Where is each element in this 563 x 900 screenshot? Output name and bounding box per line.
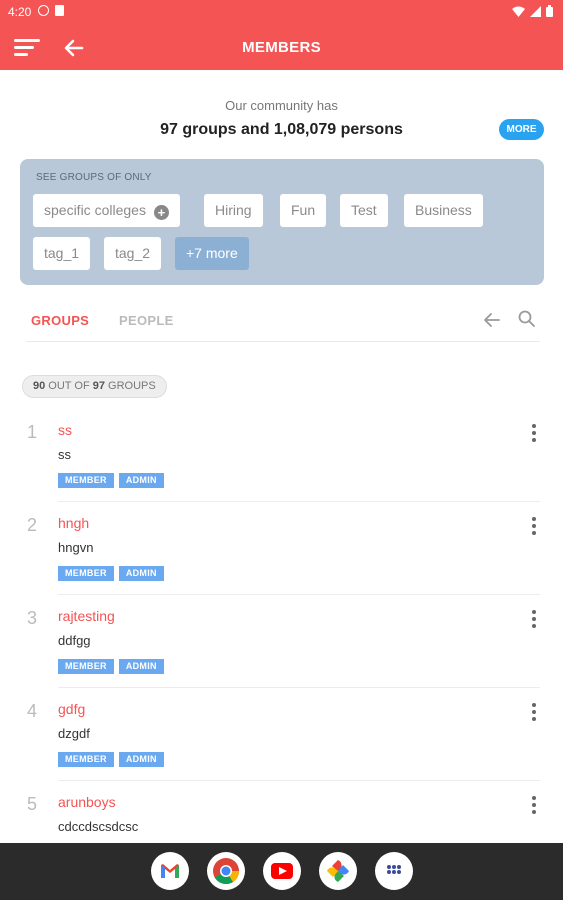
member-badge: MEMBER [58, 659, 114, 674]
member-badge: MEMBER [58, 473, 114, 488]
filter-chip-hiring[interactable]: Hiring [204, 194, 263, 227]
signal-icon [530, 5, 541, 17]
battery-icon [546, 5, 553, 17]
plus-circle-icon[interactable]: + [153, 205, 169, 220]
filter-chip-fun[interactable]: Fun [280, 194, 327, 227]
list-item[interactable]: 2 hngh hngvn MEMBER ADMIN [0, 501, 563, 595]
more-vert-icon[interactable] [528, 424, 540, 444]
admin-badge: ADMIN [118, 659, 164, 674]
page-title: MEMBERS [242, 39, 321, 56]
list-item[interactable]: 3 rajtesting ddfgg MEMBER ADMIN [0, 594, 563, 688]
filter-chip-business[interactable]: Business [404, 194, 483, 227]
list-item[interactable]: 1 ss ss MEMBER ADMIN [0, 408, 563, 502]
row-index: 5 [27, 794, 38, 814]
more-tags-chip[interactable]: +7 more [175, 237, 249, 270]
filter-chip-specific-colleges[interactable]: specific colleges + [33, 194, 180, 227]
tab-groups[interactable]: GROUPS [31, 313, 89, 328]
photos-icon[interactable] [319, 852, 357, 890]
tab-people[interactable]: PEOPLE [119, 313, 174, 328]
wifi-icon [512, 6, 525, 17]
admin-badge: ADMIN [118, 473, 164, 488]
status-time: 4:20 [8, 5, 32, 19]
app-dock [0, 843, 563, 900]
group-description: ss [58, 447, 71, 462]
status-bar: 4:20 [0, 0, 563, 24]
member-badge: MEMBER [58, 752, 114, 767]
group-name-link[interactable]: rajtesting [58, 608, 115, 624]
more-vert-icon[interactable] [528, 517, 540, 537]
row-index: 4 [27, 701, 38, 721]
sim-icon [55, 5, 64, 16]
member-badge: MEMBER [58, 566, 114, 581]
row-index: 1 [27, 422, 38, 442]
app-drawer-icon[interactable] [375, 852, 413, 890]
community-intro: Our community has [225, 98, 338, 113]
community-stats: 97 groups and 1,08,079 persons [160, 121, 403, 138]
filter-chip-test[interactable]: Test [340, 194, 388, 227]
settings-status-icon [38, 5, 49, 16]
filter-heading: SEE GROUPS OF ONLY [36, 172, 152, 183]
list-item[interactable]: 4 gdfg dzgdf MEMBER ADMIN [0, 687, 563, 781]
row-index: 3 [27, 608, 38, 628]
app-bar: MEMBERS [0, 24, 563, 70]
group-description: dzgdf [58, 726, 90, 741]
more-button[interactable]: MORE [499, 119, 544, 140]
more-vert-icon[interactable] [528, 703, 540, 723]
back-arrow-icon[interactable] [482, 310, 502, 330]
more-vert-icon[interactable] [528, 796, 540, 816]
group-list: 1 ss ss MEMBER ADMIN 2 hngh hngvn MEMBER… [0, 408, 563, 873]
admin-badge: ADMIN [118, 752, 164, 767]
group-name-link[interactable]: arunboys [58, 794, 116, 810]
search-icon[interactable] [517, 309, 537, 329]
filter-chip-tag-1[interactable]: tag_1 [33, 237, 91, 270]
group-filter-panel: SEE GROUPS OF ONLY specific colleges + Hi… [20, 159, 544, 285]
group-name-link[interactable]: ss [58, 422, 72, 438]
group-count-badge: 90 OUT OF 97 GROUPS [22, 375, 167, 398]
filter-chip-tag-2[interactable]: tag_2 [104, 237, 162, 270]
group-name-link[interactable]: gdfg [58, 701, 85, 717]
more-vert-icon[interactable] [528, 610, 540, 630]
group-description: ddfgg [58, 633, 91, 648]
admin-badge: ADMIN [118, 566, 164, 581]
youtube-icon[interactable] [263, 852, 301, 890]
gmail-icon[interactable] [151, 852, 189, 890]
tabs-divider [26, 341, 540, 342]
group-name-link[interactable]: hngh [58, 515, 89, 531]
group-description: cdccdscsdcsc [58, 819, 139, 834]
row-index: 2 [27, 515, 38, 535]
group-description: hngvn [58, 540, 94, 555]
chrome-icon[interactable] [207, 852, 245, 890]
